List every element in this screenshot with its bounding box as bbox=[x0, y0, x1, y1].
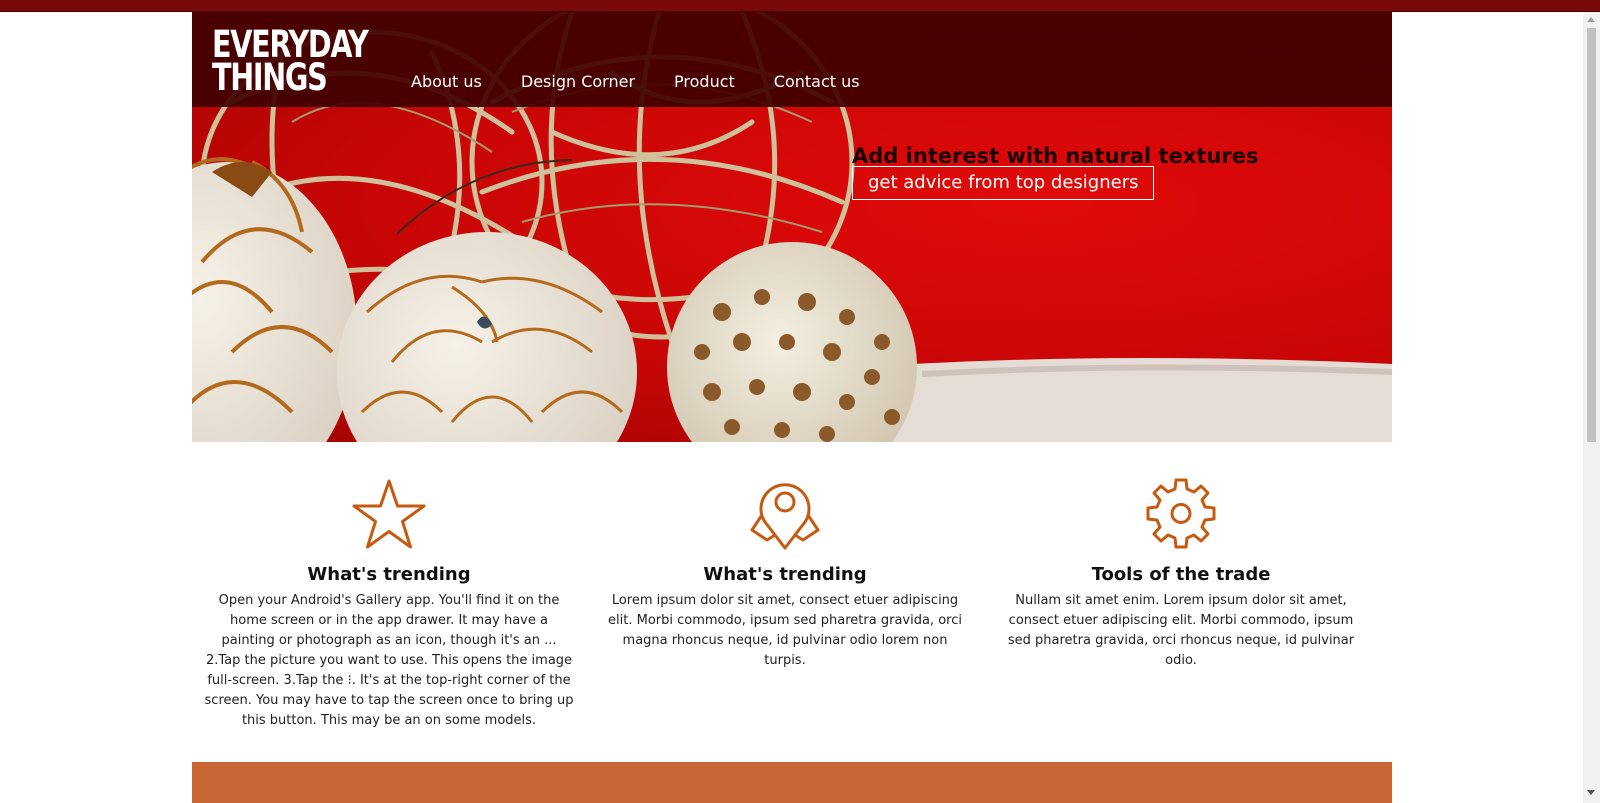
feature-title: What's trending bbox=[307, 564, 471, 585]
top-navigation-bar: EVERYDAY THINGS About us Design Corner P… bbox=[192, 12, 1392, 107]
scroll-up-arrow-icon[interactable] bbox=[1587, 17, 1595, 22]
site-logo[interactable]: EVERYDAY THINGS bbox=[212, 26, 369, 96]
feature-card: What's trending Open your Android's Gall… bbox=[204, 478, 574, 731]
features-section: What's trending Open your Android's Gall… bbox=[192, 442, 1392, 764]
hero-callout: Add interest with natural textures get a… bbox=[852, 146, 1258, 200]
nav-item-design-corner[interactable]: Design Corner bbox=[521, 72, 635, 91]
get-advice-button[interactable]: get advice from top designers bbox=[852, 166, 1155, 200]
hero-banner: EVERYDAY THINGS About us Design Corner P… bbox=[192, 12, 1392, 442]
star-icon bbox=[352, 479, 426, 549]
feature-text: Nullam sit amet enim. Lorem ipsum dolor … bbox=[1007, 593, 1355, 668]
feature-text: Open your Android's Gallery app. You'll … bbox=[204, 593, 574, 728]
nav-item-about-us[interactable]: About us bbox=[411, 72, 482, 91]
footer-band bbox=[192, 762, 1392, 803]
feature-text: Lorem ipsum dolor sit amet, consect etue… bbox=[608, 593, 962, 668]
feature-card: Tools of the trade Nullam sit amet enim.… bbox=[996, 478, 1366, 671]
feature-card: What's trending Lorem ipsum dolor sit am… bbox=[600, 478, 970, 671]
scroll-down-arrow-icon[interactable] bbox=[1587, 790, 1595, 795]
browser-top-strip bbox=[0, 0, 1600, 12]
page-container: EVERYDAY THINGS About us Design Corner P… bbox=[192, 12, 1392, 764]
feature-title: What's trending bbox=[703, 564, 867, 585]
feature-title: Tools of the trade bbox=[1091, 564, 1271, 585]
nav-item-product[interactable]: Product bbox=[674, 72, 735, 91]
main-menu: About us Design Corner Product Contact u… bbox=[411, 72, 899, 91]
gear-icon bbox=[1146, 478, 1216, 549]
nav-item-contact-us[interactable]: Contact us bbox=[774, 72, 860, 91]
scrollbar-thumb[interactable] bbox=[1587, 28, 1596, 442]
vertical-scrollbar[interactable] bbox=[1583, 12, 1600, 803]
hero-heading: Add interest with natural textures bbox=[852, 144, 1259, 168]
map-pin-icon bbox=[750, 483, 820, 550]
